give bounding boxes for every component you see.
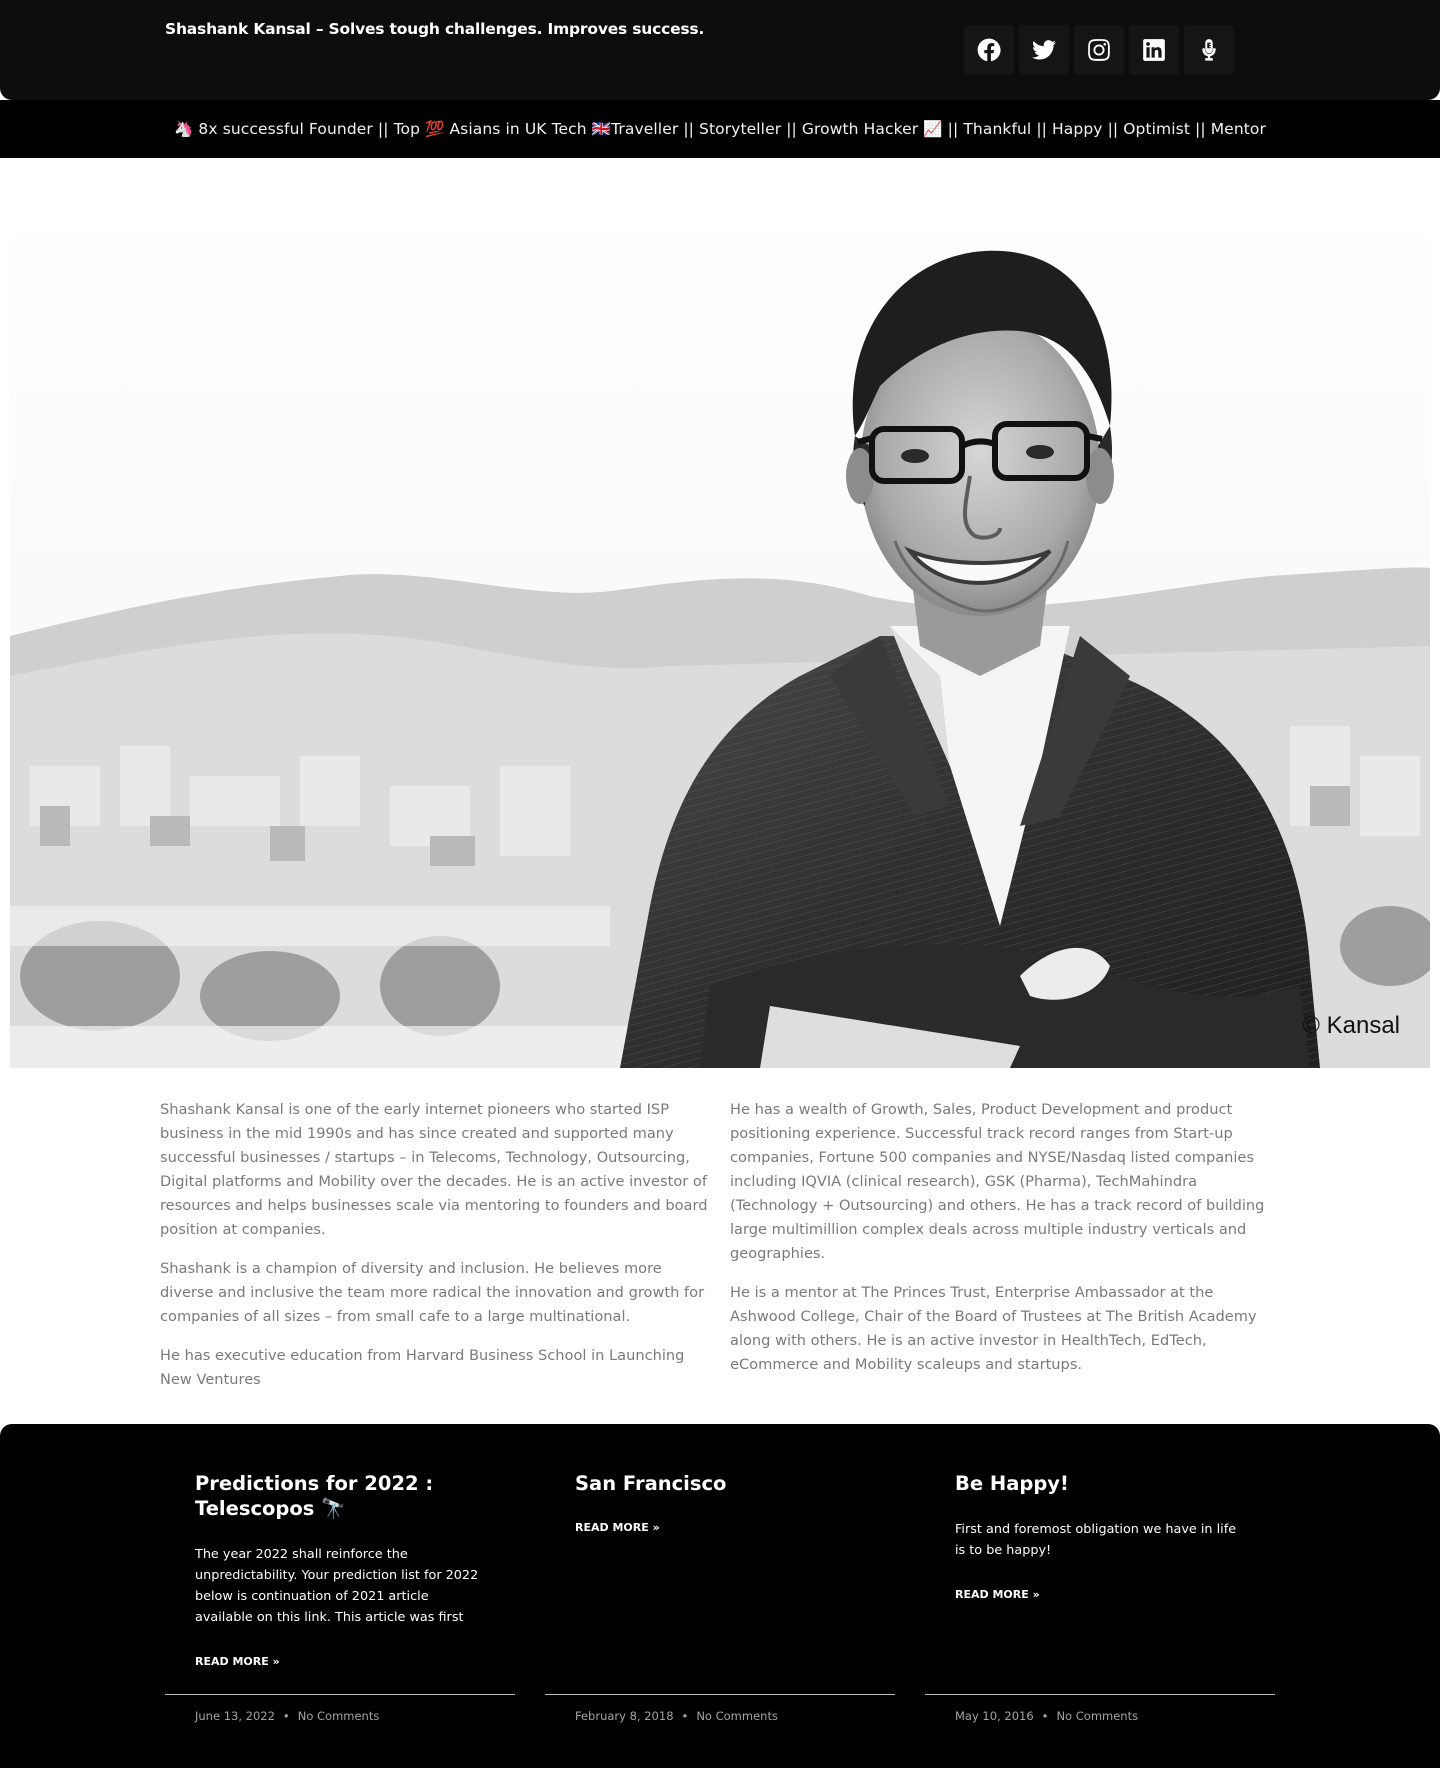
post-divider — [165, 1694, 515, 1695]
about-paragraph: Shashank Kansal is one of the early inte… — [160, 1101, 708, 1238]
post-title[interactable]: San Francisco — [575, 1471, 865, 1496]
about-section: Shashank Kansal is one of the early inte… — [0, 1068, 1440, 1424]
post-excerpt: First and foremost obligation we have in… — [955, 1522, 1237, 1558]
facebook-icon — [977, 38, 1001, 62]
post-card: Be Happy! First and foremost obligation … — [925, 1424, 1275, 1768]
copyright-watermark: © Kansal — [1302, 1012, 1400, 1039]
about-left-column: Shashank Kansal is one of the early inte… — [160, 1098, 710, 1424]
post-divider — [925, 1694, 1275, 1695]
read-more-link[interactable]: READ MORE » — [575, 1521, 660, 1534]
instagram-icon — [1088, 39, 1110, 61]
about-paragraph: Shashank is a champion of diversity and … — [160, 1260, 705, 1325]
twitter-button[interactable] — [1019, 25, 1069, 75]
microphone-icon — [1202, 39, 1216, 61]
post-divider — [545, 1694, 895, 1695]
recent-posts: Predictions for 2022 : Telescopos 🔭 The … — [0, 1424, 1440, 1768]
post-card: Predictions for 2022 : Telescopos 🔭 The … — [165, 1424, 515, 1768]
post-excerpt: The year 2022 shall reinforce the unpred… — [195, 1547, 479, 1625]
social-links — [964, 25, 1234, 75]
portrait-illustration — [10, 206, 1430, 1068]
post-title[interactable]: Be Happy! — [955, 1471, 1245, 1496]
post-card: San Francisco READ MORE » February 8, 20… — [545, 1424, 895, 1768]
read-more-link[interactable]: READ MORE » — [955, 1588, 1040, 1601]
tagline-text: 🦄 8x successful Founder || Top 💯 Asians … — [174, 120, 1266, 138]
twitter-icon — [1032, 40, 1056, 60]
about-paragraph: He has a wealth of Growth, Sales, Produc… — [730, 1101, 1265, 1262]
instagram-button[interactable] — [1074, 25, 1124, 75]
tagline-bar: 🦄 8x successful Founder || Top 💯 Asians … — [0, 100, 1440, 158]
site-header: Shashank Kansal – Solves tough challenge… — [0, 0, 1440, 100]
about-paragraph: He is a mentor at The Princes Trust, Ent… — [730, 1284, 1257, 1373]
linkedin-button[interactable] — [1129, 25, 1179, 75]
post-title[interactable]: Predictions for 2022 : Telescopos 🔭 — [195, 1471, 485, 1521]
site-title[interactable]: Shashank Kansal – Solves tough challenge… — [165, 20, 704, 38]
facebook-button[interactable] — [964, 25, 1014, 75]
podcast-button[interactable] — [1184, 25, 1234, 75]
about-paragraph: He has executive education from Harvard … — [160, 1347, 685, 1388]
linkedin-icon — [1143, 39, 1165, 61]
read-more-link[interactable]: READ MORE » — [195, 1655, 280, 1668]
about-right-column: He has a wealth of Growth, Sales, Produc… — [730, 1098, 1280, 1424]
hero-portrait-photo: © Kansal — [10, 206, 1430, 1068]
